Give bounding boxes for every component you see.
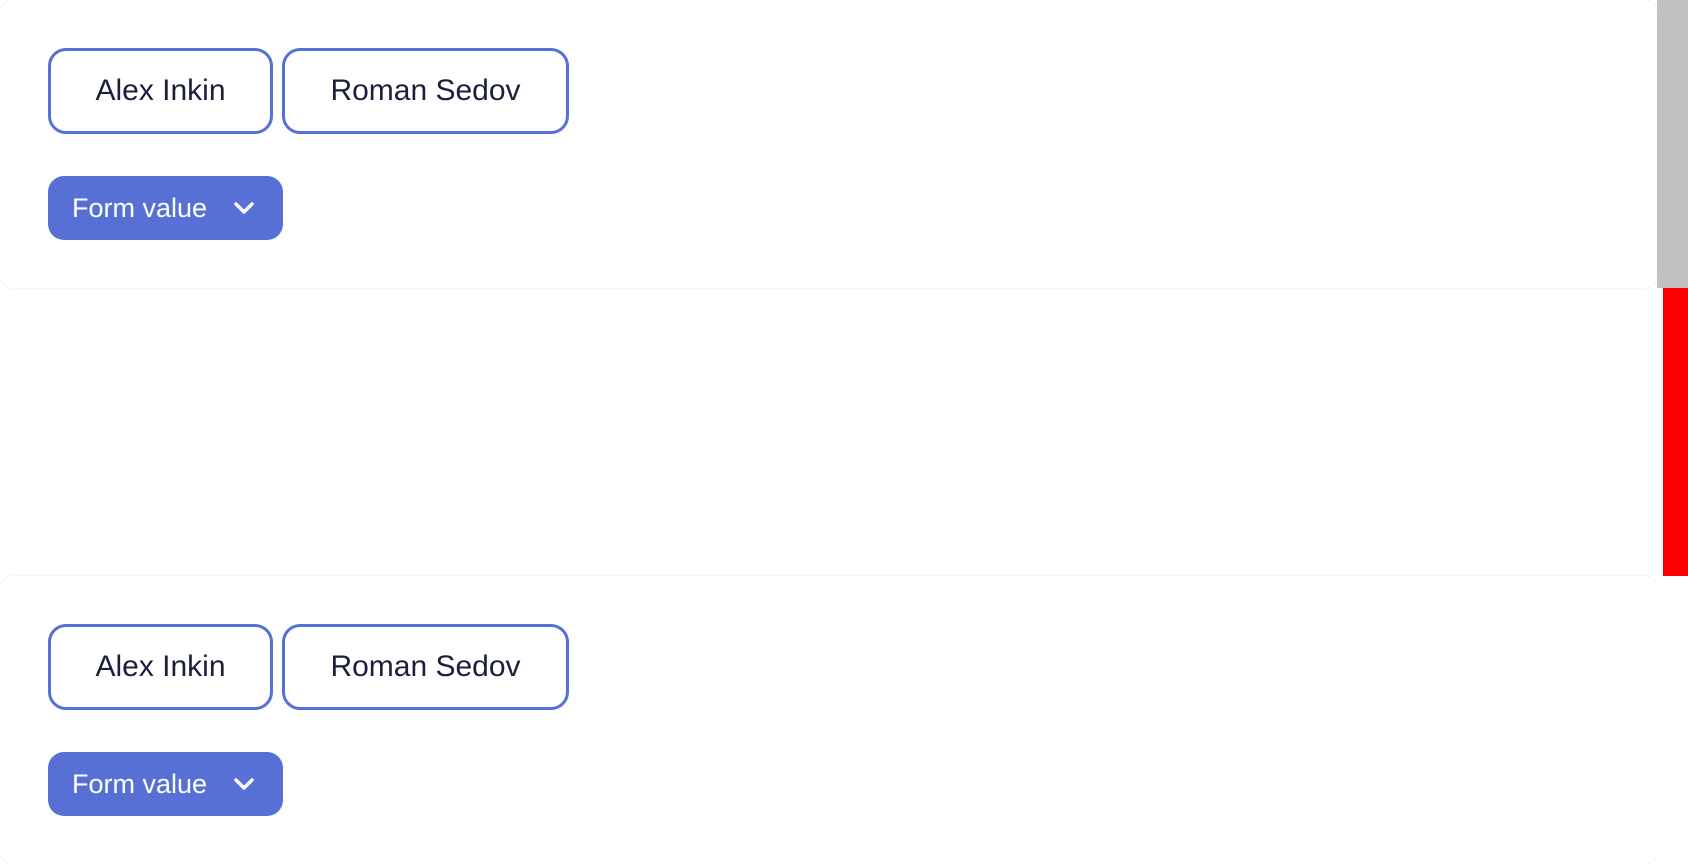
- example-panel-top: Alex Inkin Roman Sedov Form value: [0, 0, 1657, 288]
- chip-roman-sedov[interactable]: Roman Sedov: [282, 624, 569, 710]
- chevron-down-icon: [234, 778, 254, 790]
- scrollbar-highlight[interactable]: [1663, 288, 1688, 576]
- dropdown-label: Form value: [72, 768, 208, 799]
- chip-alex-inkin[interactable]: Alex Inkin: [48, 624, 273, 710]
- example-panel-bottom: Alex Inkin Roman Sedov Form value: [0, 576, 1657, 864]
- chip-label: Alex Inkin: [95, 650, 226, 683]
- chevron-down-icon: [234, 202, 254, 214]
- dropdown-label: Form value: [72, 192, 208, 223]
- form-value-dropdown[interactable]: Form value: [48, 176, 283, 240]
- chip-label: Roman Sedov: [330, 650, 521, 683]
- page: Alex Inkin Roman Sedov Form value Alex I…: [0, 0, 1688, 864]
- chip-label: Roman Sedov: [330, 74, 521, 107]
- chip-label: Alex Inkin: [95, 74, 226, 107]
- chip-roman-sedov[interactable]: Roman Sedov: [282, 48, 569, 134]
- chip-alex-inkin[interactable]: Alex Inkin: [48, 48, 273, 134]
- scrollbar-thumb[interactable]: [1657, 0, 1688, 288]
- form-value-dropdown[interactable]: Form value: [48, 752, 283, 816]
